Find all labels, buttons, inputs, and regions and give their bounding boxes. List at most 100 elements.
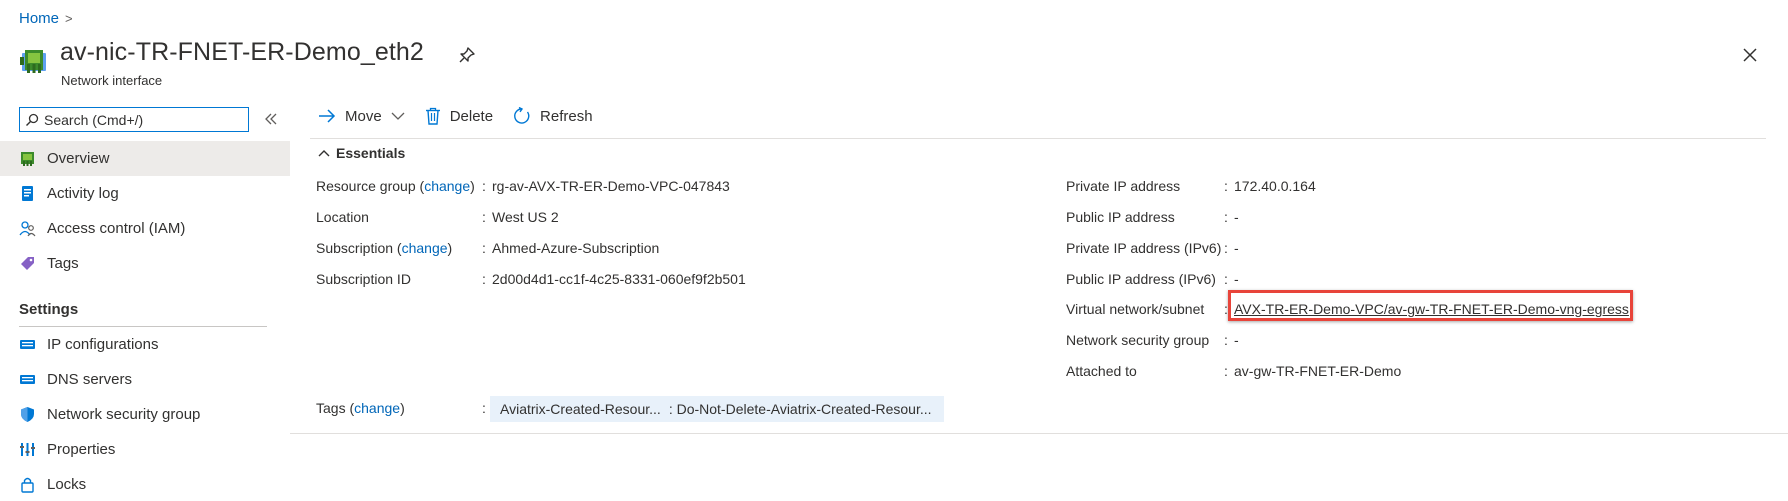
breadcrumb: Home > <box>19 10 73 27</box>
subscription-id-row: Subscription ID <box>316 271 411 287</box>
sidebar-item-activity-log[interactable]: Activity log <box>0 176 290 211</box>
refresh-label: Refresh <box>540 107 593 125</box>
colon: : <box>482 271 486 287</box>
search-icon <box>26 113 39 126</box>
sidebar-item-tags[interactable]: Tags <box>0 246 290 281</box>
move-label: Move <box>345 107 382 125</box>
colon: : <box>482 209 486 225</box>
location-label: Location <box>316 209 369 225</box>
public-ip-label: Public IP address <box>1066 209 1175 225</box>
subscription-link[interactable]: Ahmed-Azure-Subscription <box>492 240 659 256</box>
resource-group-change-link[interactable]: change <box>424 178 470 194</box>
search-box <box>19 107 249 132</box>
move-button[interactable]: Move <box>318 108 405 125</box>
colon: : <box>1224 178 1228 194</box>
public-ipv6-value: - <box>1234 271 1239 287</box>
sidebar-nav: Overview Activity log Access control (IA… <box>0 141 290 281</box>
vnet-subnet-link[interactable]: AVX-TR-ER-Demo-VPC/av-gw-TR-FNET-ER-Demo… <box>1234 301 1629 317</box>
private-ip-value: 172.40.0.164 <box>1234 178 1316 194</box>
arrow-right-icon <box>319 109 336 123</box>
refresh-button[interactable]: Refresh <box>513 107 593 125</box>
activity-log-icon <box>19 185 36 202</box>
resource-group-link[interactable]: rg-av-AVX-TR-ER-Demo-VPC-047843 <box>492 178 730 194</box>
dns-icon <box>19 371 36 388</box>
sidebar-item-label: Tags <box>47 255 79 272</box>
refresh-icon <box>514 107 530 124</box>
sidebar-item-ip-configurations[interactable]: IP configurations <box>0 327 290 362</box>
subscription-label: Subscription (change) <box>316 240 453 256</box>
delete-label: Delete <box>449 107 494 125</box>
collapse-sidebar-icon[interactable] <box>264 112 278 126</box>
tag-icon <box>19 255 36 272</box>
resource-group-label: Resource group (change) <box>316 178 475 194</box>
location-value: West US 2 <box>492 209 559 225</box>
sidebar-item-locks[interactable]: Locks <box>0 467 290 501</box>
tag-pill[interactable]: Aviatrix-Created-Resour... : Do-Not-Dele… <box>490 396 944 422</box>
tags-label: Tags (change) <box>316 400 405 416</box>
sidebar-item-label: Network security group <box>47 406 201 423</box>
public-ip-value: - <box>1234 209 1239 225</box>
settings-section-header: Settings <box>19 301 79 318</box>
essentials-toggle[interactable]: Essentials <box>318 145 405 161</box>
vnet-subnet-label: Virtual network/subnet <box>1066 301 1205 317</box>
shield-icon <box>19 406 36 423</box>
sidebar-item-access-control[interactable]: Access control (IAM) <box>0 211 290 246</box>
sidebar-item-label: IP configurations <box>47 336 159 353</box>
sidebar-item-overview[interactable]: Overview <box>0 141 290 176</box>
breadcrumb-home-link[interactable]: Home <box>19 10 59 27</box>
tag-value: : Do-Not-Delete-Aviatrix-Created-Resour.… <box>668 401 932 417</box>
page-title: av-nic-TR-FNET-ER-Demo_eth2 <box>60 38 424 66</box>
nic-icon <box>19 150 36 167</box>
resource-group-row: Resource group (change) <box>316 178 475 194</box>
tags-row: Tags (change) <box>316 400 405 416</box>
attached-to-link[interactable]: av-gw-TR-FNET-ER-Demo <box>1234 363 1401 379</box>
colon: : <box>482 400 486 416</box>
essentials-bottom-divider <box>290 433 1788 434</box>
colon: : <box>1224 332 1228 348</box>
colon: : <box>1224 240 1228 256</box>
tags-change-link[interactable]: change <box>354 400 400 416</box>
attached-to-label: Attached to <box>1066 363 1137 379</box>
delete-button[interactable]: Delete <box>425 107 493 125</box>
private-ip-label: Private IP address <box>1066 178 1181 194</box>
page-subtitle: Network interface <box>61 73 163 88</box>
subscription-row: Subscription (change) <box>316 240 452 256</box>
pin-icon[interactable] <box>458 46 476 64</box>
sidebar-item-label: Properties <box>47 441 116 458</box>
sidebar-item-label: Activity log <box>47 185 119 202</box>
sidebar-item-label: Access control (IAM) <box>47 220 186 237</box>
public-ipv6-label: Public IP address (IPv6) <box>1066 271 1216 287</box>
private-ipv6-label: Private IP address (IPv6) <box>1066 240 1222 256</box>
chevron-down-icon <box>391 112 405 120</box>
breadcrumb-chevron-icon: > <box>65 11 73 26</box>
sidebar-item-label: DNS servers <box>47 371 133 388</box>
subscription-id-label: Subscription ID <box>316 271 411 287</box>
properties-icon <box>19 441 36 458</box>
nsg-value: - <box>1234 332 1239 348</box>
lock-icon <box>19 476 36 493</box>
search-input[interactable] <box>44 111 234 128</box>
colon: : <box>1224 271 1228 287</box>
ip-config-icon <box>19 336 36 353</box>
settings-nav: IP configurations DNS servers Network se… <box>0 327 290 501</box>
location-row: Location <box>316 209 369 225</box>
toolbar-divider <box>310 138 1766 139</box>
essentials-label: Essentials <box>336 145 406 161</box>
sidebar-item-properties[interactable]: Properties <box>0 432 290 467</box>
subscription-id-value: 2d00d4d1-cc1f-4c25-8331-060ef9f2b501 <box>492 271 746 287</box>
close-icon[interactable] <box>1741 46 1759 64</box>
command-bar: Move Delete Refresh <box>318 107 613 125</box>
chevron-up-icon <box>318 149 330 156</box>
subscription-change-link[interactable]: change <box>402 240 448 256</box>
colon: : <box>1224 209 1228 225</box>
tag-key: Aviatrix-Created-Resour... <box>500 401 661 417</box>
trash-icon <box>425 107 440 125</box>
sidebar-item-network-security-group[interactable]: Network security group <box>0 397 290 432</box>
colon: : <box>482 240 486 256</box>
private-ipv6-value: - <box>1234 240 1239 256</box>
sidebar-item-label: Locks <box>47 476 87 493</box>
colon: : <box>1224 363 1228 379</box>
sidebar-item-dns-servers[interactable]: DNS servers <box>0 362 290 397</box>
nsg-label: Network security group <box>1066 332 1210 348</box>
network-interface-icon <box>20 50 46 73</box>
